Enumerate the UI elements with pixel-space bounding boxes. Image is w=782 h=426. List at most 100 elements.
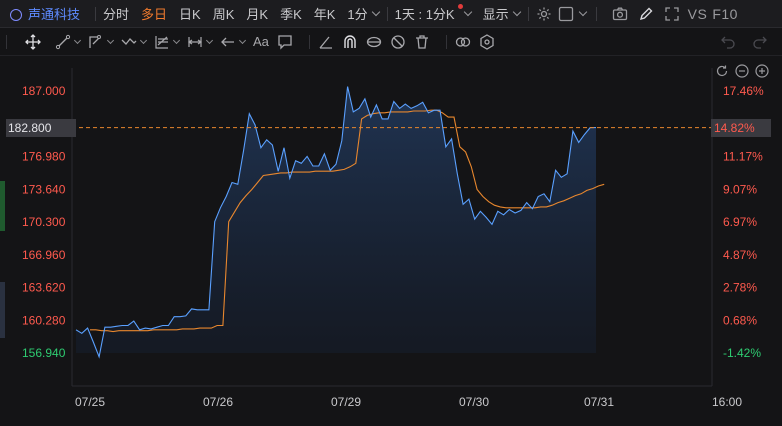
- stock-name[interactable]: 声通科技: [28, 4, 80, 23]
- period-tabs: 分时 多日 日K 周K 月K 季K 年K: [103, 4, 347, 23]
- draw-settings-tool[interactable]: [479, 33, 495, 50]
- divider: [386, 6, 388, 21]
- y-tick-left: 163.620: [22, 281, 66, 295]
- chevron-down-icon: [172, 36, 181, 44]
- pen-icon[interactable]: [638, 6, 654, 22]
- y-tick-left: 156.940: [22, 346, 66, 360]
- angle-icon: [318, 34, 334, 50]
- pattern-tool[interactable]: [88, 34, 115, 50]
- eye-off-icon: [390, 34, 406, 50]
- tab-period-4[interactable]: 月K: [246, 4, 268, 23]
- arrow-tool[interactable]: [220, 34, 247, 50]
- undo-icon: [720, 34, 736, 50]
- x-tick-label: 07/30: [459, 395, 489, 409]
- minute-dropdown[interactable]: 1分: [347, 4, 380, 23]
- price-area-fill: [76, 86, 596, 357]
- top-toolbar: 声通科技 分时 多日 日K 周K 月K 季K 年K 1分 1天 : 1分K 显示 VS F1…: [0, 0, 782, 28]
- gear-icon[interactable]: [536, 6, 552, 22]
- range-dropdown-label: 1天 : 1分K: [394, 7, 455, 22]
- wave-tool[interactable]: [121, 34, 148, 50]
- current-pct-label: 14.82%: [711, 118, 771, 137]
- pattern-tool-icon: [88, 34, 104, 50]
- crosshair-icon: [25, 33, 41, 50]
- chevron-down-icon: [512, 7, 521, 17]
- hide-icon: [366, 34, 382, 50]
- y-tick-left: 173.640: [22, 182, 66, 196]
- y-tick-right: 0.68%: [723, 313, 757, 327]
- divider: [527, 6, 529, 21]
- x-tick-label: 07/26: [203, 395, 233, 409]
- zoom-out-icon[interactable]: [735, 64, 749, 78]
- zoom-in-icon[interactable]: [755, 64, 769, 78]
- undo-button[interactable]: [720, 34, 736, 50]
- y-tick-left: 160.280: [22, 313, 66, 327]
- square-check-icon[interactable]: [558, 6, 574, 22]
- chevron-down-icon: [139, 36, 148, 44]
- delete-drawings-tool[interactable]: [414, 34, 430, 50]
- line-tool-icon: [55, 34, 71, 50]
- measure-tool-icon: [187, 34, 203, 50]
- link-tool[interactable]: [455, 34, 471, 50]
- y-tick-right: 4.87%: [723, 248, 757, 262]
- divider: [595, 6, 597, 21]
- y-tick-right: 2.78%: [723, 281, 757, 295]
- fib-tool[interactable]: [154, 34, 181, 50]
- price-chart-area[interactable]: 187.00017.46%180.32013.27%176.98011.17%1…: [0, 56, 782, 426]
- divider: [308, 34, 310, 49]
- eye-off-tool[interactable]: [390, 34, 406, 50]
- trash-icon: [414, 34, 430, 50]
- intraday-multi-day-chart[interactable]: 187.00017.46%180.32013.27%176.98011.17%1…: [0, 56, 782, 426]
- expand-icon[interactable]: [664, 6, 680, 22]
- crosshair-tool[interactable]: [25, 33, 41, 50]
- y-tick-right: 6.97%: [723, 215, 757, 229]
- hide-drawings-tool[interactable]: [366, 34, 382, 50]
- x-tick-label: 16:00: [712, 395, 742, 409]
- comment-tool[interactable]: [277, 34, 293, 50]
- reset-zoom-icon[interactable]: [715, 64, 729, 78]
- arrow-tool-icon: [220, 34, 236, 50]
- measure-tool[interactable]: [187, 34, 214, 50]
- x-tick-label: 07/31: [584, 395, 614, 409]
- tab-period-1[interactable]: 多日: [141, 4, 167, 23]
- y-tick-left: 187.000: [22, 84, 66, 98]
- tab-period-0[interactable]: 分时: [103, 4, 129, 23]
- divider: [445, 34, 447, 49]
- tab-period-2[interactable]: 日K: [179, 4, 201, 23]
- y-tick-left: 170.300: [22, 215, 66, 229]
- x-tick-label: 07/29: [331, 395, 361, 409]
- chevron-down-icon: [463, 7, 472, 17]
- vs-compare-button[interactable]: VS: [688, 6, 708, 22]
- magnet-tool[interactable]: [342, 34, 358, 50]
- tab-period-3[interactable]: 周K: [213, 4, 235, 23]
- redo-icon: [752, 34, 768, 50]
- tab-period-5[interactable]: 季K: [280, 4, 302, 23]
- x-tick-label: 07/25: [75, 395, 105, 409]
- angle-tool[interactable]: [318, 34, 334, 50]
- text-tool-label: Aa: [253, 34, 269, 49]
- chevron-down-icon: [238, 36, 247, 44]
- chevron-down-icon[interactable]: [578, 7, 587, 17]
- text-tool[interactable]: Aa: [253, 34, 269, 49]
- range-dropdown[interactable]: 1天 : 1分K: [394, 4, 472, 23]
- drawing-toolbar: Aa: [0, 28, 782, 56]
- y-tick-left: 166.960: [22, 248, 66, 262]
- display-dropdown[interactable]: 显示: [482, 4, 521, 23]
- divider: [6, 34, 7, 49]
- volume-marker-gray: [0, 282, 5, 338]
- link-icon: [455, 34, 471, 50]
- divider: [95, 6, 97, 21]
- y-tick-left: 176.980: [22, 150, 66, 164]
- camera-icon[interactable]: [612, 6, 628, 22]
- magnet-icon: [342, 34, 358, 50]
- settings-icon: [479, 33, 495, 50]
- display-dropdown-label: 显示: [482, 7, 509, 22]
- chevron-down-icon: [205, 36, 214, 44]
- redo-button[interactable]: [752, 34, 768, 50]
- volume-marker-green: [0, 181, 5, 231]
- tab-period-6[interactable]: 年K: [314, 4, 336, 23]
- f10-button[interactable]: F10: [712, 6, 738, 22]
- line-tool[interactable]: [55, 34, 82, 50]
- y-tick-right: 9.07%: [723, 182, 757, 196]
- chevron-down-icon: [73, 36, 82, 44]
- wave-tool-icon: [121, 34, 137, 50]
